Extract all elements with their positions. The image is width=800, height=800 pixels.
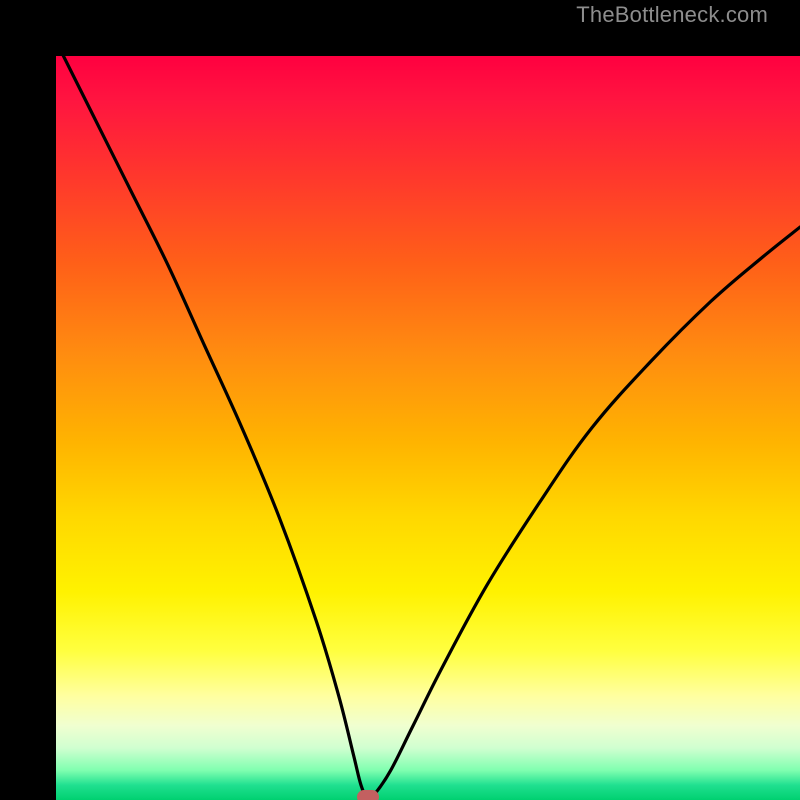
- chart-frame: [0, 0, 800, 800]
- bottleneck-curve: [56, 56, 800, 800]
- plot-area: [56, 56, 800, 800]
- optimum-marker-icon: [357, 790, 379, 800]
- watermark-text: TheBottleneck.com: [576, 2, 768, 28]
